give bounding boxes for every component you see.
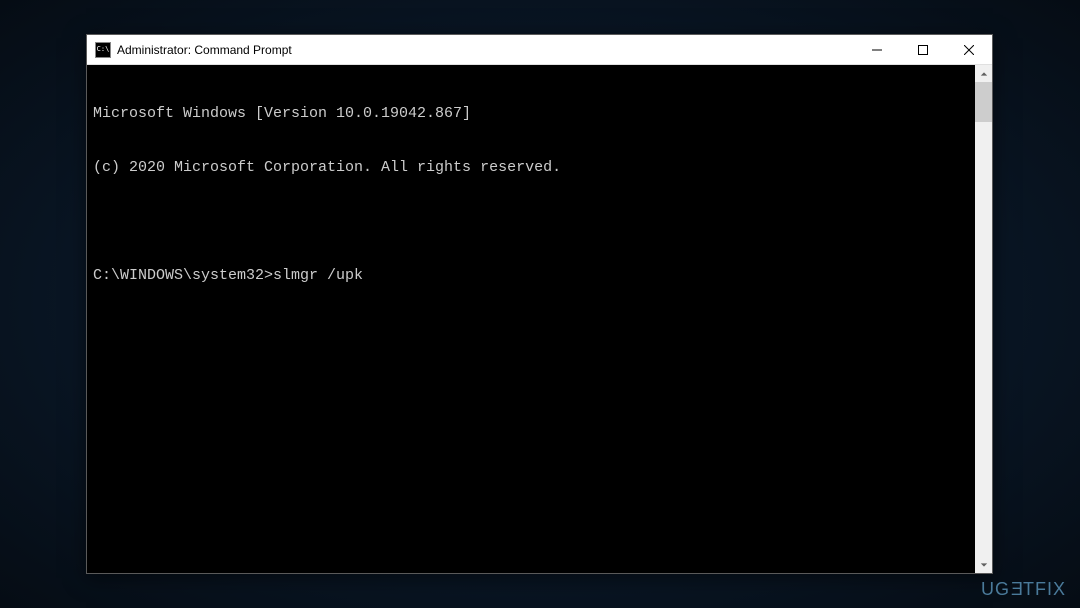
minimize-icon: [872, 45, 882, 55]
terminal-output[interactable]: Microsoft Windows [Version 10.0.19042.86…: [87, 65, 975, 573]
vertical-scrollbar[interactable]: [975, 65, 992, 573]
chevron-down-icon: [980, 561, 988, 569]
minimize-button[interactable]: [854, 35, 900, 64]
window-title: Administrator: Command Prompt: [117, 43, 854, 57]
scroll-thumb[interactable]: [975, 82, 992, 122]
app-icon-text: C:\: [97, 46, 110, 53]
terminal-prompt: C:\WINDOWS\system32>: [93, 267, 273, 285]
close-button[interactable]: [946, 35, 992, 64]
close-icon: [964, 45, 974, 55]
watermark-pre: UG: [981, 579, 1010, 599]
titlebar[interactable]: C:\ Administrator: Command Prompt: [87, 35, 992, 65]
terminal-line-copyright: (c) 2020 Microsoft Corporation. All righ…: [93, 159, 969, 177]
terminal-command: slmgr /upk: [273, 267, 363, 285]
terminal-prompt-line: C:\WINDOWS\system32>slmgr /upk: [93, 267, 969, 285]
terminal-blank-line: [93, 213, 969, 231]
watermark-post: TFIX: [1023, 579, 1066, 599]
window-controls: [854, 35, 992, 64]
terminal-area: Microsoft Windows [Version 10.0.19042.86…: [87, 65, 992, 573]
maximize-button[interactable]: [900, 35, 946, 64]
terminal-line-version: Microsoft Windows [Version 10.0.19042.86…: [93, 105, 969, 123]
watermark-e: E: [1010, 579, 1023, 600]
command-prompt-window: C:\ Administrator: Command Prompt Micros…: [86, 34, 993, 574]
app-icon: C:\: [95, 42, 111, 58]
chevron-up-icon: [980, 70, 988, 78]
scroll-up-button[interactable]: [975, 65, 992, 82]
scroll-track[interactable]: [975, 82, 992, 556]
scroll-down-button[interactable]: [975, 556, 992, 573]
watermark-logo: UGETFIX: [981, 579, 1066, 600]
maximize-icon: [918, 45, 928, 55]
